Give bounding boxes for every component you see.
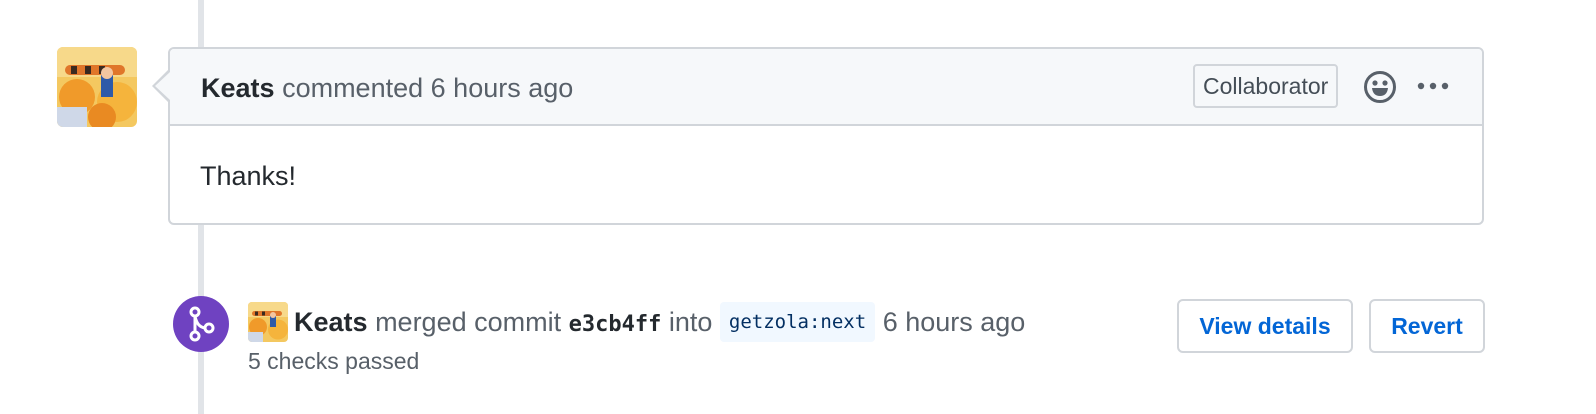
comment-action: commented — [282, 73, 424, 103]
comment-time[interactable]: 6 hours ago — [431, 73, 574, 103]
avatar[interactable] — [57, 47, 137, 127]
comment-header: Keats commented 6 hours ago Collaborator — [170, 49, 1482, 126]
avatar-image — [248, 302, 288, 342]
git-merge-icon — [189, 306, 215, 342]
kebab-horizontal-icon[interactable] — [1416, 76, 1450, 96]
merge-author[interactable]: Keats — [294, 307, 368, 337]
merge-badge — [173, 296, 229, 352]
comment-box: Keats commented 6 hours ago Collaborator… — [168, 47, 1484, 225]
merge-into: into — [668, 307, 713, 337]
avatar-image — [57, 47, 137, 127]
smiley-icon[interactable] — [1363, 70, 1397, 104]
merge-event-text: Keats merged commit e3cb4ff into getzola… — [294, 302, 1025, 345]
revert-button[interactable]: Revert — [1369, 299, 1485, 353]
checks-status[interactable]: 5 checks passed — [248, 347, 419, 375]
collaborator-badge: Collaborator — [1193, 64, 1339, 108]
commit-sha[interactable]: e3cb4ff — [569, 312, 662, 337]
view-details-button[interactable]: View details — [1177, 299, 1353, 353]
merge-time[interactable]: 6 hours ago — [883, 307, 1026, 337]
merge-action: merged commit — [375, 307, 562, 337]
comment-body: Thanks! — [200, 161, 297, 191]
comment-arrow-fill — [155, 72, 170, 100]
merge-author-avatar[interactable] — [248, 302, 288, 342]
comment-header-text: Keats commented 6 hours ago — [201, 71, 573, 105]
comment-author[interactable]: Keats — [201, 73, 275, 103]
branch-label[interactable]: getzola:next — [719, 302, 876, 342]
